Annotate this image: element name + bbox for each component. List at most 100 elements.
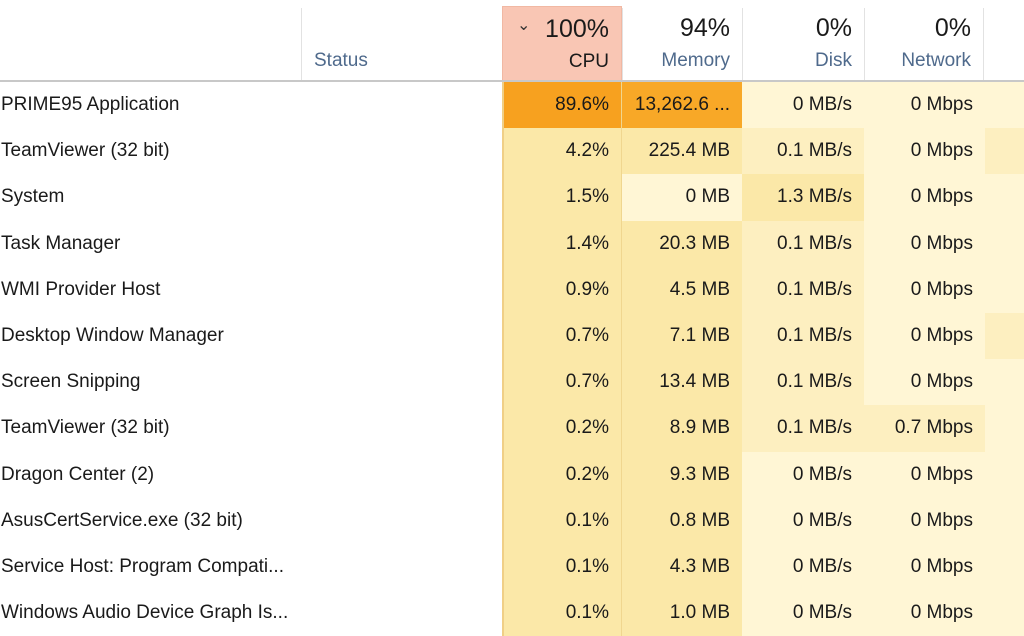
- process-name: Screen Snipping: [1, 371, 141, 393]
- memory-cell: 4.3 MB: [622, 543, 742, 591]
- process-row[interactable]: System 1.5% 0 MB 1.3 MB/s 0 Mbps: [0, 174, 1024, 221]
- process-row[interactable]: Dragon Center (2) 0.2% 9.3 MB 0 MB/s 0 Mbps: [0, 451, 1024, 498]
- process-row[interactable]: Desktop Window Manager 0.7% 7.1 MB 0.1 MB/s…: [0, 312, 1024, 360]
- column-label-status: Status: [314, 50, 368, 71]
- network-cell: 0 Mbps: [864, 312, 985, 360]
- cpu-cell: 0.7%: [502, 312, 622, 360]
- memory-cell: 0 MB: [622, 174, 742, 221]
- memory-cell: 8.9 MB: [622, 405, 742, 452]
- column-label-network: Network: [901, 50, 971, 71]
- memory-cell: 225.4 MB: [622, 128, 742, 175]
- cpu-cell: 0.1%: [502, 543, 622, 591]
- overflow-column-cell: [985, 266, 1024, 313]
- overflow-column-cell: [985, 590, 1024, 636]
- process-name: PRIME95 Application: [1, 94, 180, 115]
- disk-total-percent: 0%: [815, 14, 852, 42]
- overflow-column-cell: [985, 312, 1024, 360]
- cpu-cell: 0.1%: [502, 590, 622, 636]
- network-cell: 0 Mbps: [864, 128, 985, 175]
- column-header-bar: Status ⌄ 100% CPU 94% Memory 0% Disk 0% …: [0, 0, 1024, 82]
- disk-cell: 0.1 MB/s: [742, 405, 864, 452]
- process-name: AsusCertService.exe (32 bit): [1, 509, 243, 531]
- cpu-cell: 0.7%: [502, 359, 622, 406]
- process-name: WMI Provider Host: [1, 278, 161, 300]
- cpu-cell: 1.5%: [502, 174, 622, 221]
- overflow-column-cell: [985, 451, 1024, 498]
- cpu-cell: 89.6%: [502, 82, 622, 129]
- process-name: Service Host: Program Compati...: [1, 555, 284, 577]
- cpu-total-percent: 100%: [545, 15, 609, 43]
- overflow-column-cell: [985, 497, 1024, 544]
- process-row[interactable]: TeamViewer (32 bit) 4.2% 225.4 MB 0.1 MB/s 0…: [0, 128, 1024, 175]
- memory-cell: 13.4 MB: [622, 359, 742, 406]
- process-row[interactable]: Service Host: Program Compati... 0.1% 4.3 …: [0, 543, 1024, 591]
- network-cell: 0 Mbps: [864, 220, 985, 267]
- process-row[interactable]: PRIME95 Application 89.6% 13,262.6 ... 0 MB…: [0, 82, 1024, 129]
- network-cell: 0 Mbps: [864, 174, 985, 221]
- overflow-column-cell: [985, 359, 1024, 406]
- memory-cell: 4.5 MB: [622, 266, 742, 313]
- network-cell: 0 Mbps: [864, 451, 985, 498]
- disk-cell: 0 MB/s: [742, 451, 864, 498]
- overflow-column-cell: [985, 543, 1024, 591]
- disk-cell: 0 MB/s: [742, 497, 864, 544]
- network-cell: 0 Mbps: [864, 359, 985, 406]
- overflow-column-cell: [985, 220, 1024, 267]
- cpu-cell: 0.2%: [502, 405, 622, 452]
- memory-cell: 20.3 MB: [622, 220, 742, 267]
- process-row[interactable]: Screen Snipping 0.7% 13.4 MB 0.1 MB/s 0 Mbps: [0, 359, 1024, 406]
- memory-cell: 9.3 MB: [622, 451, 742, 498]
- process-row[interactable]: WMI Provider Host 0.9% 4.5 MB 0.1 MB/s 0 Mbp…: [0, 266, 1024, 313]
- memory-cell: 13,262.6 ...: [622, 82, 742, 129]
- disk-cell: 0.1 MB/s: [742, 128, 864, 175]
- process-name: TeamViewer (32 bit): [1, 417, 170, 439]
- column-label-cpu: CPU: [568, 51, 609, 72]
- network-cell: 0 Mbps: [864, 82, 985, 129]
- disk-cell: 0.1 MB/s: [742, 266, 864, 313]
- process-row[interactable]: AsusCertService.exe (32 bit) 0.1% 0.8 MB 0 …: [0, 497, 1024, 544]
- cpu-cell: 4.2%: [502, 128, 622, 175]
- process-name: System: [1, 186, 65, 208]
- column-header-disk[interactable]: 0% Disk: [742, 8, 864, 80]
- overflow-column-cell: [985, 174, 1024, 221]
- process-name: Task Manager: [1, 232, 121, 254]
- cpu-cell: 0.1%: [502, 497, 622, 544]
- disk-cell: 0.1 MB/s: [742, 359, 864, 406]
- process-row[interactable]: Task Manager 1.4% 20.3 MB 0.1 MB/s 0 Mbps: [0, 220, 1024, 267]
- disk-cell: 0 MB/s: [742, 82, 864, 129]
- disk-cell: 0.1 MB/s: [742, 220, 864, 267]
- overflow-column-cell: [985, 82, 1024, 129]
- column-label-disk: Disk: [815, 50, 852, 71]
- overflow-column-cell: [985, 405, 1024, 452]
- cpu-cell: 0.9%: [502, 266, 622, 313]
- memory-cell: 7.1 MB: [622, 312, 742, 360]
- disk-cell: 0.1 MB/s: [742, 312, 864, 360]
- process-list: PRIME95 Application 89.6% 13,262.6 ... 0 MB…: [0, 82, 1024, 636]
- memory-total-percent: 94%: [679, 14, 730, 42]
- network-cell: 0 Mbps: [864, 497, 985, 544]
- column-header-memory[interactable]: 94% Memory: [622, 8, 742, 80]
- disk-cell: 1.3 MB/s: [742, 174, 864, 221]
- network-cell: 0.7 Mbps: [864, 405, 985, 452]
- process-row[interactable]: Windows Audio Device Graph Is... 0.1% 1.0 …: [0, 590, 1024, 636]
- memory-cell: 0.8 MB: [622, 497, 742, 544]
- cpu-cell: 0.2%: [502, 451, 622, 498]
- network-cell: 0 Mbps: [864, 266, 985, 313]
- process-name: Windows Audio Device Graph Is...: [1, 602, 289, 624]
- process-name: TeamViewer (32 bit): [1, 140, 170, 162]
- network-cell: 0 Mbps: [864, 590, 985, 636]
- network-cell: 0 Mbps: [864, 543, 985, 591]
- column-header-network[interactable]: 0% Network: [864, 8, 984, 80]
- overflow-column-cell: [985, 128, 1024, 175]
- process-row[interactable]: TeamViewer (32 bit) 0.2% 8.9 MB 0.1 MB/s 0.7…: [0, 405, 1024, 452]
- memory-cell: 1.0 MB: [622, 590, 742, 636]
- column-header-cpu[interactable]: ⌄ 100% CPU: [502, 6, 622, 82]
- disk-cell: 0 MB/s: [742, 543, 864, 591]
- column-header-status[interactable]: Status: [301, 8, 501, 80]
- cpu-cell: 1.4%: [502, 220, 622, 267]
- disk-cell: 0 MB/s: [742, 590, 864, 636]
- column-label-memory: Memory: [661, 50, 730, 71]
- sort-chevron-down-icon: ⌄: [517, 17, 531, 34]
- network-total-percent: 0%: [934, 14, 971, 42]
- process-name: Desktop Window Manager: [1, 324, 224, 346]
